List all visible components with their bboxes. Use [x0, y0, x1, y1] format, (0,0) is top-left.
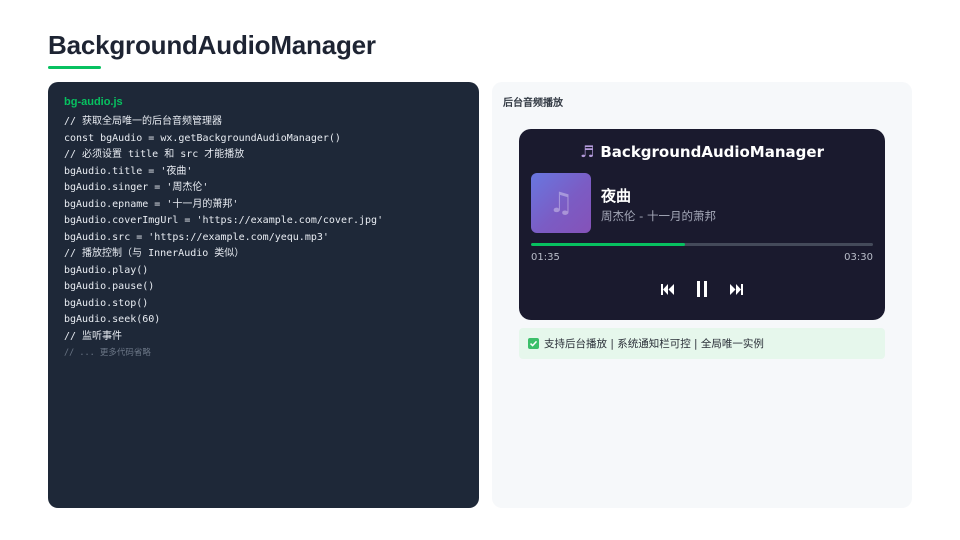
code-line: bgAudio.play()	[64, 264, 149, 276]
code-panel: bg-audio.js // 获取全局唯一的后台音频管理器 const bgAu…	[48, 82, 479, 508]
song-title: 夜曲	[601, 187, 632, 205]
code-line: const bgAudio = wx.getBackgroundAudioMan…	[64, 132, 341, 144]
title-underline	[48, 66, 101, 69]
song-meta: 周杰伦 - 十一月的萧邦	[601, 209, 716, 223]
pause-icon	[697, 281, 707, 297]
code-line: bgAudio.singer = '周杰伦'	[64, 182, 209, 193]
player-title: BackgroundAudioManager	[600, 143, 824, 161]
code-line: // 必须设置 title 和 src 才能播放	[64, 149, 245, 160]
music-note-icon: ♬	[580, 142, 595, 161]
skip-previous-icon	[661, 283, 674, 295]
code-line: bgAudio.src = 'https://example.com/yequ.…	[64, 231, 329, 243]
player-header: ♬ BackgroundAudioManager	[519, 143, 885, 161]
code-line: bgAudio.coverImgUrl = 'https://example.c…	[64, 215, 384, 226]
progress-bar[interactable]	[531, 243, 873, 246]
code-line: bgAudio.seek(60)	[64, 314, 161, 325]
code-line: bgAudio.title = '夜曲'	[64, 165, 193, 177]
preview-label: 后台音频播放	[503, 98, 563, 109]
album-cover: ♫	[531, 173, 591, 233]
code-line: bgAudio.epname = '十一月的萧邦'	[64, 198, 239, 210]
previous-button[interactable]	[661, 283, 674, 295]
code-line: bgAudio.pause()	[64, 281, 155, 292]
playback-controls	[519, 281, 885, 297]
code-line: bgAudio.stop()	[64, 297, 149, 309]
music-note-icon: ♫	[548, 186, 574, 219]
check-icon	[528, 338, 539, 349]
code-line: // 播放控制（与 InnerAudio 类似）	[64, 248, 245, 259]
progress-fill	[531, 243, 685, 246]
next-button[interactable]	[730, 283, 743, 295]
page-title: BackgroundAudioManager	[48, 30, 376, 60]
preview-panel: 后台音频播放 ♬ BackgroundAudioManager ♫ 夜曲 周杰伦…	[492, 82, 912, 508]
total-time: 03:30	[844, 252, 873, 263]
support-text: 支持后台播放 | 系统通知栏可控 | 全局唯一实例	[544, 338, 764, 350]
code-line: // 获取全局唯一的后台音频管理器	[64, 116, 223, 127]
audio-player-card: ♬ BackgroundAudioManager ♫ 夜曲 周杰伦 - 十一月的…	[519, 129, 885, 320]
code-line-truncated: // ... 更多代码省略	[64, 348, 151, 358]
code-line: // 监听事件	[64, 330, 123, 342]
pause-button[interactable]	[696, 281, 708, 297]
code-filename: bg-audio.js	[64, 96, 123, 108]
current-time: 01:35	[531, 252, 560, 263]
skip-next-icon	[730, 283, 743, 295]
support-info-bar: 支持后台播放 | 系统通知栏可控 | 全局唯一实例	[519, 328, 885, 359]
